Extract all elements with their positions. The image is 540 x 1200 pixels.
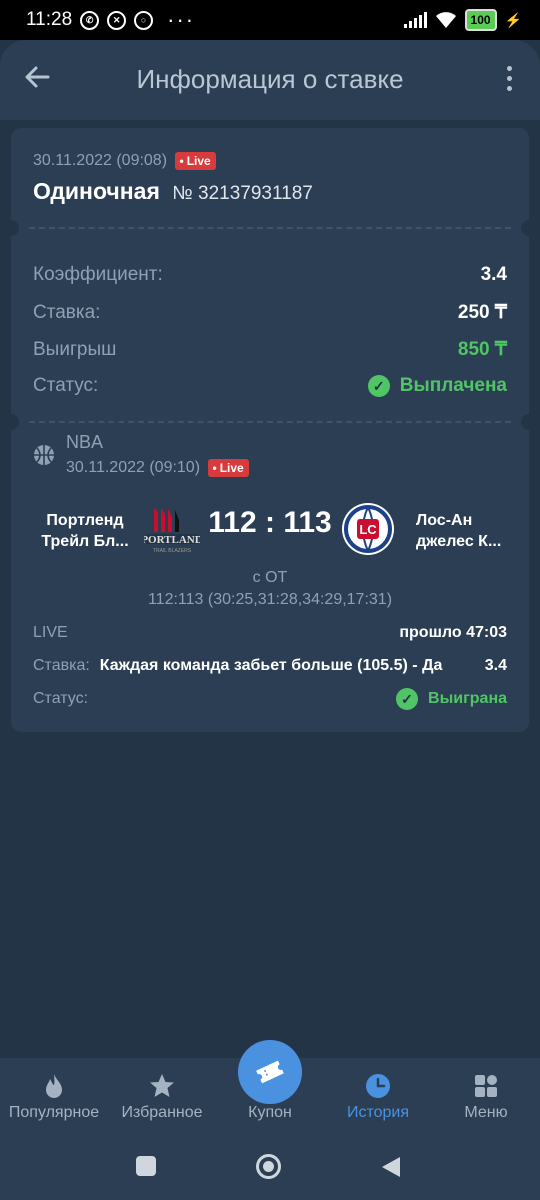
odds-row: Коэффициент: 3.4 (33, 264, 507, 286)
home-team-line1: Портленд (46, 512, 124, 529)
battery-icon: 100 (464, 9, 497, 31)
odds-label: Коэффициент: (33, 264, 163, 285)
bet-datetime: 30.11.2022 (09:08) (33, 152, 168, 170)
coupon-button[interactable] (238, 1040, 302, 1104)
divider (29, 421, 511, 423)
clock-icon (366, 1074, 390, 1098)
chrome-icon: ○ (134, 10, 154, 30)
odds-value: 3.4 (480, 264, 507, 285)
away-team-line2: джелес К... (416, 533, 502, 550)
clippers-logo-icon: LC (342, 503, 394, 555)
home-dot (263, 1161, 274, 1172)
home-team-name[interactable]: Портленд Трейл Бл... (36, 510, 134, 552)
app-header: Информация о ставке (0, 40, 540, 120)
basketball-icon (34, 445, 54, 465)
status-right: 100 ⚡ (403, 9, 522, 31)
nav-history-label: История (346, 1104, 410, 1121)
event-status-row: Статус: ✓ Выиграна (33, 688, 507, 710)
overtime-note: с ОТ (252, 569, 288, 586)
bet-selection-odds: 3.4 (484, 657, 507, 674)
ticket-icon (256, 1060, 284, 1084)
stake-value: 250 ₸ (457, 302, 507, 323)
nav-menu-label: Меню (464, 1104, 508, 1121)
event-datetime-row: 30.11.2022 (09:10) Live (66, 459, 249, 477)
event-datetime: 30.11.2022 (09:10) (66, 459, 201, 477)
bet-selection-row: Ставка: Каждая команда забьет больше (10… (33, 657, 507, 675)
winnings-label: Выигрыш (33, 338, 117, 360)
status-bar: 11:28 ✆ ✕ ○ ··· 100 ⚡ (0, 0, 540, 40)
event-status-wrap: ✓ Выиграна (396, 688, 507, 710)
card-notch (3, 220, 19, 236)
nav-history[interactable]: История (324, 1058, 432, 1138)
winnings-value: 850 ₸ (457, 339, 507, 360)
nav-favorites[interactable]: Избранное (108, 1058, 216, 1138)
page-title: Информация о ставке (136, 64, 404, 94)
system-nav-bar (0, 1138, 540, 1200)
card-notch (521, 414, 537, 430)
period-scores: 112:113 (30:25,31:28,34:29,17:31) (147, 591, 393, 608)
grid-icon (475, 1075, 497, 1097)
svg-text:PORTLAND: PORTLAND (144, 534, 200, 546)
league-name: NBA (66, 432, 104, 452)
home-team-line2: Трейл Бл... (41, 533, 129, 550)
nav-popular[interactable]: Популярное (0, 1058, 108, 1138)
nav-popular-label: Популярное (8, 1104, 100, 1121)
status-time: 11:28 (26, 9, 73, 30)
status-row: Статус: ✓ Выплачена (33, 375, 507, 397)
nav-menu[interactable]: Меню (432, 1058, 540, 1138)
check-circle-icon: ✓ (367, 375, 390, 397)
live-row: LIVE прошло 47:03 (33, 624, 507, 642)
elapsed-time: прошло 47:03 (399, 624, 507, 641)
card-notch (3, 414, 19, 430)
more-options-icon[interactable] (507, 66, 512, 91)
status-value: Выплачена (399, 375, 507, 396)
card-notch (521, 220, 537, 236)
match-score: 112 : 113 (208, 506, 332, 539)
bet-number: № 32137931187 (172, 183, 313, 204)
home-button[interactable] (256, 1154, 281, 1179)
event-live-badge: Live (208, 459, 249, 477)
bet-title-row: Одиночная № 32137931187 (33, 178, 313, 205)
nav-favorites-label: Избранное (121, 1104, 203, 1121)
whatsapp-icon: ✆ (80, 10, 100, 30)
event-status-value: Выиграна (428, 690, 507, 707)
nav-coupon-label: Купон (248, 1104, 292, 1121)
star-icon (150, 1074, 174, 1097)
bet-selection-label: Ставка: (33, 657, 90, 674)
check-circle-icon: ✓ (396, 688, 419, 710)
away-team-name[interactable]: Лос-Ан джелес К... (402, 510, 522, 552)
svg-text:LC: LC (359, 522, 377, 537)
winnings-row: Выигрыш 850 ₸ (33, 338, 507, 361)
live-badge: Live (175, 152, 216, 170)
svg-text:TRAIL BLAZERS: TRAIL BLAZERS (153, 548, 192, 554)
portland-logo-icon: PORTLAND TRAIL BLAZERS (144, 508, 200, 554)
status-label: Статус: (33, 375, 99, 396)
wifi-icon (435, 12, 456, 28)
signal-icon (403, 12, 427, 28)
more-notifications-icon: ··· (167, 7, 196, 32)
divider (29, 227, 511, 229)
bet-selection-wrap: Ставка: Каждая команда забьет больше (10… (33, 657, 442, 675)
app-notification-icon: ✕ (107, 10, 127, 30)
bet-datetime-row: 30.11.2022 (09:08) Live (33, 152, 216, 170)
back-button[interactable] (380, 1155, 402, 1179)
app-root: 11:28 ✆ ✕ ○ ··· 100 ⚡ Информация о ставк… (0, 0, 540, 1200)
recents-button[interactable] (136, 1156, 156, 1176)
bet-selection-text: Каждая команда забьет больше (105.5) - Д… (99, 657, 443, 674)
fire-icon (46, 1074, 62, 1098)
away-team-line1: Лос-Ан (416, 512, 473, 529)
bet-type: Одиночная (33, 178, 160, 204)
live-state-label: LIVE (33, 624, 68, 641)
event-status-label: Статус: (33, 690, 89, 707)
status-value-wrap: ✓ Выплачена (367, 375, 507, 397)
stake-row: Ставка: 250 ₸ (33, 301, 507, 324)
charging-icon: ⚡ (504, 11, 522, 28)
stake-label: Ставка: (33, 301, 101, 323)
